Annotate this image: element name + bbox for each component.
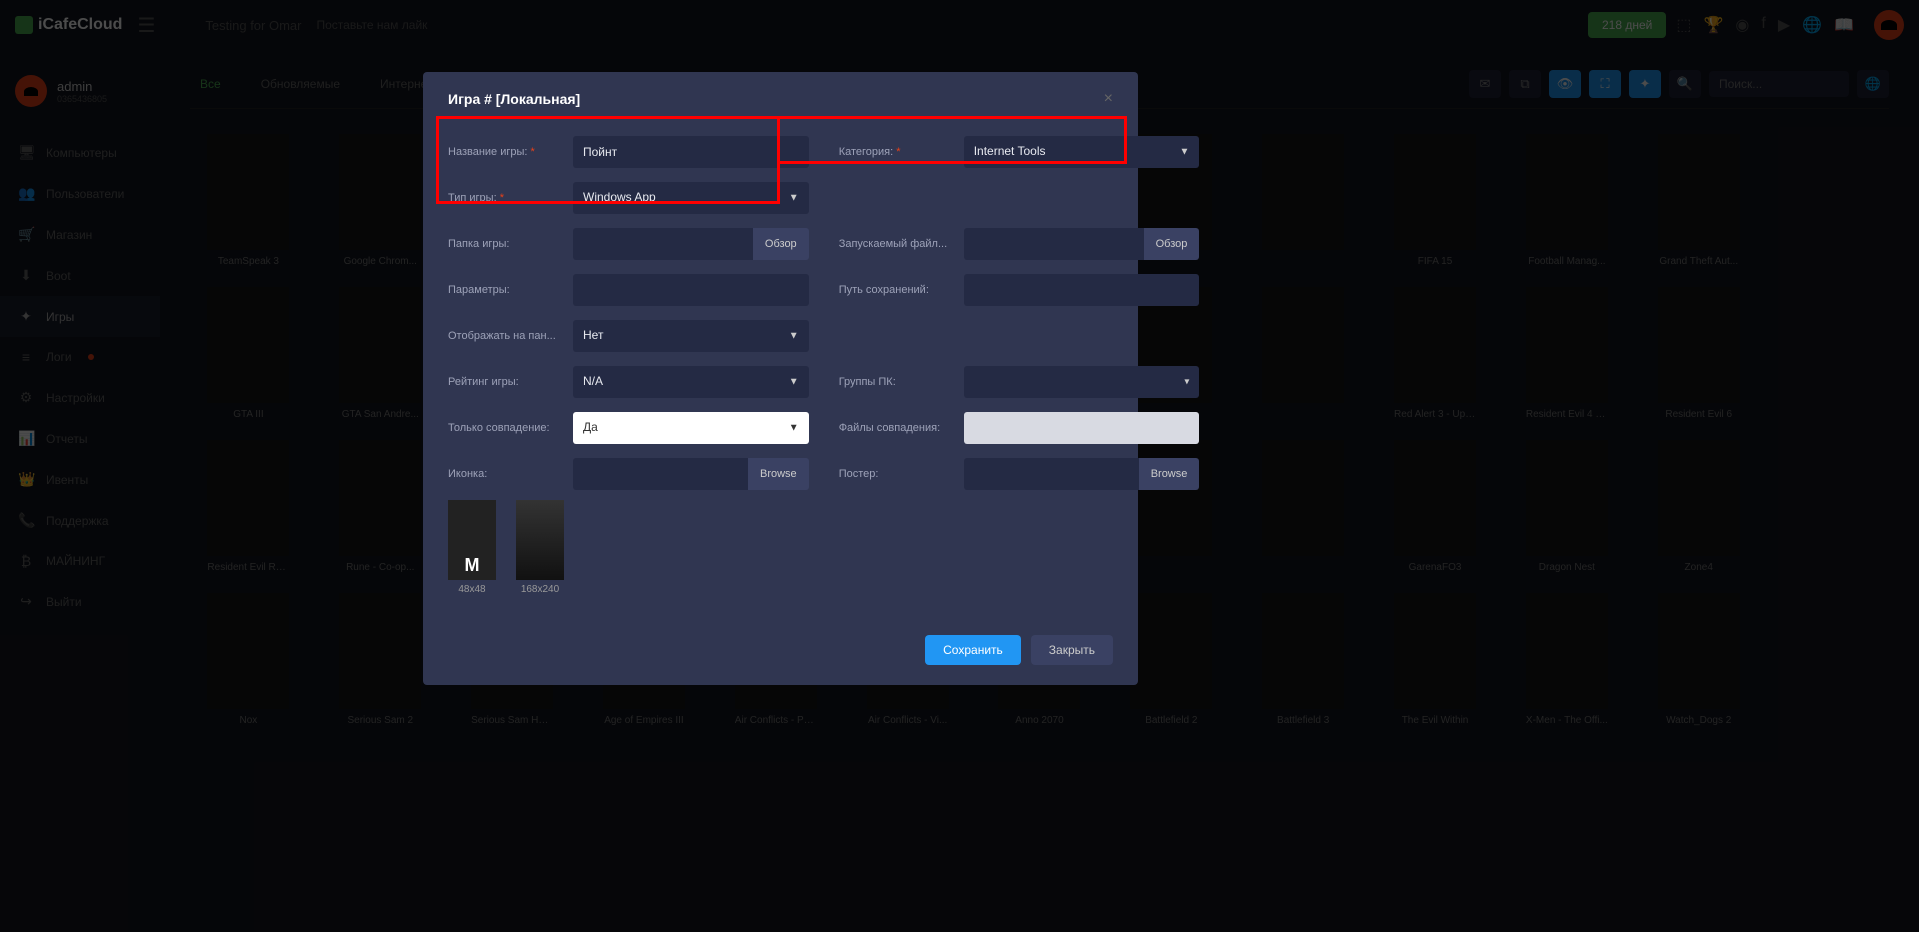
preview-48-label: 48x48 [448,584,496,595]
field-game-folder: Папка игры: Обзор [448,228,809,260]
save-button[interactable]: Сохранить [925,635,1021,665]
modal-header: Игра # [Локальная] × [423,72,1138,126]
select-match-only[interactable]: Да [573,412,809,444]
label-launch-file: Запускаемый файл... [839,238,954,250]
browse-launch-button[interactable]: Обзор [1144,228,1200,260]
label-save-path: Путь сохранений: [839,284,954,296]
select-rating[interactable]: N/A [573,366,809,398]
preview-48-icon: M [448,500,496,580]
close-icon[interactable]: × [1104,90,1113,108]
browse-poster-button[interactable]: Browse [1139,458,1200,490]
label-show-panel: Отображать на пан... [448,330,563,342]
label-game-folder: Папка игры: [448,238,563,250]
field-match-only: Только совпадение: Да ▼ [448,412,809,444]
field-match-files: Файлы совпадения: [839,412,1200,444]
input-game-name[interactable] [573,136,809,168]
label-params: Параметры: [448,284,563,296]
field-launch-file: Запускаемый файл... Обзор [839,228,1200,260]
modal-footer: Сохранить Закрыть [423,620,1138,685]
field-game-name: Название игры: * [448,136,809,168]
game-edit-modal: Игра # [Локальная] × Название игры: * Ка… [423,72,1138,685]
field-save-path: Путь сохранений: [839,274,1200,306]
field-icon: Иконка: Browse [448,458,809,490]
select-category[interactable]: Internet Tools [964,136,1200,168]
select-pc-groups[interactable] [964,366,1200,398]
label-rating: Рейтинг игры: [448,376,563,388]
field-show-panel: Отображать на пан... Нет ▼ [448,320,809,352]
input-icon[interactable] [573,458,748,490]
browse-folder-button[interactable]: Обзор [753,228,809,260]
field-rating: Рейтинг игры: N/A ▼ [448,366,809,398]
field-game-type: Тип игры: * Windows App ▼ [448,182,809,214]
field-category: Категория: * Internet Tools ▼ [839,136,1200,168]
field-pc-groups: Группы ПК: ▾ [839,366,1200,398]
input-params[interactable] [573,274,809,306]
preview-168-icon [516,500,564,580]
icon-previews: M 48x48 168x240 [448,500,1113,595]
input-game-folder[interactable] [573,228,753,260]
label-pc-groups: Группы ПК: [839,376,954,388]
label-game-name: Название игры: [448,146,527,158]
select-show-panel[interactable]: Нет [573,320,809,352]
input-match-files [964,412,1200,444]
label-category: Категория: [839,146,893,158]
select-game-type[interactable]: Windows App [573,182,809,214]
field-params: Параметры: [448,274,809,306]
label-game-type: Тип игры: [448,192,497,204]
field-poster: Постер: Browse [839,458,1200,490]
close-button[interactable]: Закрыть [1031,635,1113,665]
label-poster: Постер: [839,468,954,480]
label-icon: Иконка: [448,468,563,480]
preview-168-label: 168x240 [516,584,564,595]
modal-title: Игра # [Локальная] [448,91,580,107]
label-match-files: Файлы совпадения: [839,422,954,434]
input-save-path[interactable] [964,274,1200,306]
input-launch-file[interactable] [964,228,1144,260]
browse-icon-button[interactable]: Browse [748,458,809,490]
input-poster[interactable] [964,458,1139,490]
label-match-only: Только совпадение: [448,422,563,434]
